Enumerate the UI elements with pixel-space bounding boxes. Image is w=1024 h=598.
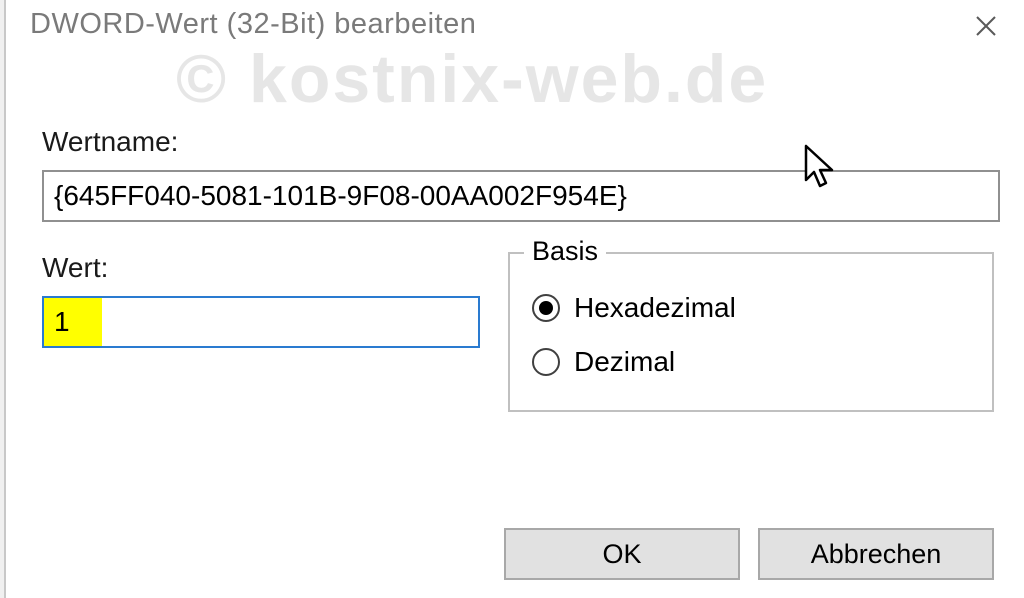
radio-dec[interactable]: Dezimal (532, 346, 970, 378)
basis-legend: Basis (524, 236, 606, 267)
dialog-title: DWORD-Wert (32-Bit) bearbeiten (30, 8, 476, 41)
value-column: Wert: (42, 252, 480, 412)
edit-dword-dialog: © kostnix-web.de DWORD-Wert (32-Bit) bea… (4, 0, 1024, 598)
value-name-input[interactable] (42, 170, 1000, 222)
dialog-content: Wertname: Wert: Basis Hexadezimal Dezima… (6, 56, 1024, 412)
ok-button[interactable]: OK (504, 528, 740, 580)
value-data-input-wrap (42, 296, 480, 348)
dialog-buttons: OK Abbrechen (504, 528, 994, 580)
value-data-input[interactable] (44, 298, 478, 346)
value-data-label: Wert: (42, 252, 480, 284)
value-basis-row: Wert: Basis Hexadezimal Dezimal (42, 252, 994, 412)
value-name-label: Wertname: (42, 126, 994, 158)
basis-fieldset: Basis Hexadezimal Dezimal (508, 252, 994, 412)
close-icon (974, 14, 998, 38)
radio-hex-label: Hexadezimal (574, 292, 736, 324)
titlebar: DWORD-Wert (32-Bit) bearbeiten (6, 0, 1024, 56)
close-button[interactable] (966, 6, 1006, 46)
radio-hex-indicator (532, 294, 560, 322)
radio-dec-indicator (532, 348, 560, 376)
radio-dec-label: Dezimal (574, 346, 675, 378)
cancel-button[interactable]: Abbrechen (758, 528, 994, 580)
radio-hex[interactable]: Hexadezimal (532, 292, 970, 324)
